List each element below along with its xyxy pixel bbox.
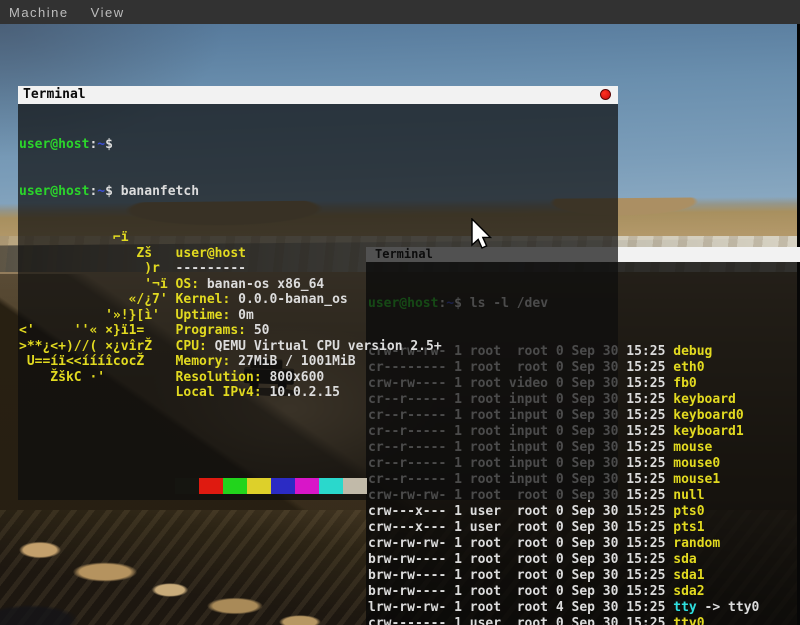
fetch-line: <' ''« ×}ï1= Programs: 50 [19, 323, 618, 339]
ls-row: lrw-rw-rw- 1 root root 4 Sep 30 15:25 tt… [368, 600, 800, 616]
fetch-line: «/¿7' Kernel: 0.0.0-banan_os [19, 292, 618, 308]
color-swatch [199, 478, 223, 494]
ls-row: crw------- 1 user root 0 Sep 30 15:25 tt… [368, 616, 800, 625]
color-swatch [223, 478, 247, 494]
fetch-line: )r --------- [19, 261, 618, 277]
screen: Machine View Terminal user@host:~$ ls -l… [0, 0, 800, 625]
fetch-output: ⌐ï Zš user@host )r --------- '¬ï OS: ban… [19, 230, 618, 401]
color-swatch [247, 478, 271, 494]
fetch-line: Zš user@host [19, 246, 618, 262]
fetch-line: '»!}[ì' Uptime: 0m [19, 308, 618, 324]
color-swatch [295, 478, 319, 494]
fetch-line: ŽškC ·' Resolution: 800x600 [19, 370, 618, 386]
ls-row: crw-rw-rw- 1 root root 0 Sep 30 15:25 ra… [368, 536, 800, 552]
vm-menu-bar: Machine View [0, 0, 800, 24]
ls-row: crw---x--- 1 user root 0 Sep 30 15:25 pt… [368, 504, 800, 520]
terminal-command-line: user@host:~$ bananfetch [19, 184, 618, 200]
fetch-line: U==íï<<íííîcocŽ Memory: 27MiB / 1001MiB [19, 354, 618, 370]
ls-row: brw-rw---- 1 root root 0 Sep 30 15:25 sd… [368, 552, 800, 568]
fetch-line: >**¿<+)//( ×¿vîrŽ CPU: QEMU Virtual CPU … [19, 339, 618, 355]
ls-row: brw-rw---- 1 root root 0 Sep 30 15:25 sd… [368, 568, 800, 584]
wallpaper-rock-outcrops [0, 510, 420, 625]
terminal1-title: Terminal [23, 87, 86, 102]
color-swatch [319, 478, 343, 494]
color-swatch [271, 478, 295, 494]
terminal-window-fetch: Terminal user@host:~$ user@host:~$ banan… [18, 86, 618, 500]
terminal-color-palette [175, 447, 618, 501]
ls-row: brw-rw---- 1 root root 0 Sep 30 15:25 sd… [368, 584, 800, 600]
mouse-cursor-icon [471, 218, 493, 250]
color-swatch [343, 478, 367, 494]
terminal1-content[interactable]: user@host:~$ user@host:~$ bananfetch ⌐ï … [18, 104, 618, 500]
fetch-line: ⌐ï [19, 230, 618, 246]
command-text: bananfetch [121, 184, 199, 199]
palette-row-normal [175, 478, 618, 494]
terminal1-titlebar[interactable]: Terminal [18, 86, 618, 104]
close-button[interactable] [600, 89, 611, 100]
terminal-prompt-line: user@host:~$ [19, 137, 618, 153]
menu-item-machine[interactable]: Machine [9, 5, 69, 20]
menu-item-view[interactable]: View [91, 5, 125, 20]
fetch-line: Local IPv4: 10.0.2.15 [19, 385, 618, 401]
fetch-line: '¬ï OS: banan-os x86_64 [19, 277, 618, 293]
color-swatch [175, 478, 199, 494]
ls-row: crw---x--- 1 user root 0 Sep 30 15:25 pt… [368, 520, 800, 536]
